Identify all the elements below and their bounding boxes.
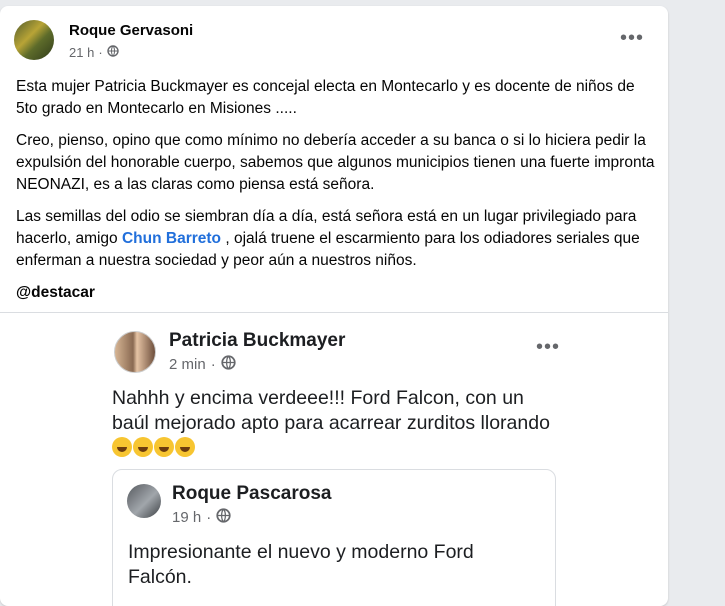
tag-link[interactable]: @destacar <box>16 282 656 304</box>
post-paragraph: Creo, pienso, opino que como mínimo no d… <box>16 132 655 193</box>
shared-post: Roque Pascarosa 19 h · Impresionante el … <box>112 469 556 606</box>
embedded-avatar <box>114 331 156 373</box>
meta-separator: · <box>98 45 103 60</box>
embedded-author: Patricia Buckmayer <box>169 330 346 351</box>
shared-avatar <box>127 484 161 518</box>
shared-text: Impresionante el nuevo y moderno Ford Fa… <box>128 541 474 588</box>
meta-separator: · <box>210 356 216 373</box>
laughing-emoji-icon <box>112 437 196 459</box>
author-name[interactable]: Roque Gervasoni <box>69 22 193 39</box>
post-body: Esta mujer Patricia Buckmayer es conceja… <box>16 76 656 314</box>
globe-icon <box>216 508 231 527</box>
post-meta: 21 h · <box>69 45 119 60</box>
post-paragraph: Las semillas del odio se siembran día a … <box>16 206 656 272</box>
divider <box>0 312 668 313</box>
post-card: Roque Gervasoni 21 h · ••• Esta mujer Pa… <box>0 6 668 606</box>
attached-screenshot[interactable]: Patricia Buckmayer 2 min · ••• Nahhh y e… <box>96 319 570 606</box>
globe-icon <box>221 355 236 374</box>
author-avatar[interactable] <box>14 20 54 60</box>
embedded-text-body: Nahhh y encima verdeee!!! Ford Falcon, c… <box>112 387 550 434</box>
globe-icon[interactable] <box>106 45 119 60</box>
shared-time: 19 h <box>172 509 202 526</box>
embedded-text: Nahhh y encima verdeee!!! Ford Falcon, c… <box>112 386 552 461</box>
shared-meta: 19 h · <box>172 508 231 527</box>
post-paragraph: Esta mujer Patricia Buckmayer es conceja… <box>16 78 635 117</box>
embedded-time: 2 min <box>169 356 206 373</box>
meta-separator: · <box>206 509 212 526</box>
mention-link[interactable]: Chun Barreto <box>122 230 221 247</box>
more-options-icon: ••• <box>536 336 561 358</box>
shared-author: Roque Pascarosa <box>172 483 332 504</box>
more-options-icon[interactable]: ••• <box>620 28 644 48</box>
embedded-meta: 2 min · <box>169 355 236 374</box>
post-time[interactable]: 21 h <box>69 45 94 60</box>
